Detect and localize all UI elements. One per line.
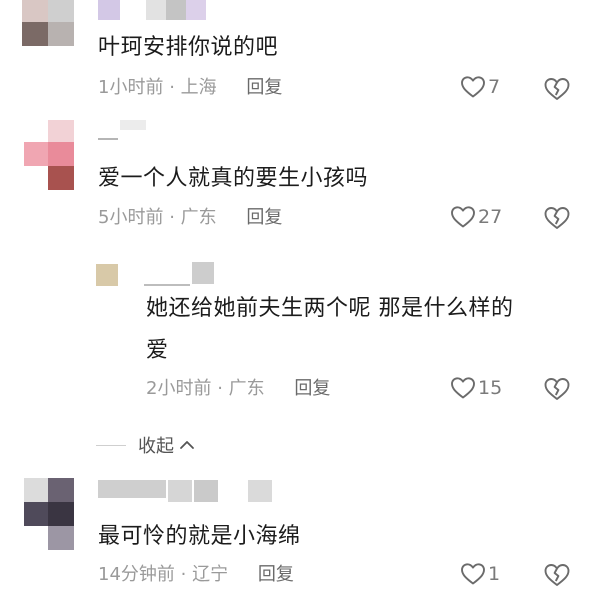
- avatar[interactable]: [22, 0, 78, 52]
- username[interactable]: [98, 120, 208, 150]
- like-button[interactable]: 7: [460, 75, 500, 99]
- username[interactable]: [144, 262, 224, 288]
- dislike-button[interactable]: [543, 76, 571, 106]
- dislike-button[interactable]: [543, 562, 571, 592]
- username[interactable]: [98, 0, 218, 24]
- broken-heart-icon: [544, 207, 570, 229]
- like-button[interactable]: 1: [460, 562, 500, 586]
- heart-outline-icon: [461, 76, 485, 98]
- broken-heart-icon: [544, 564, 570, 586]
- chevron-up-icon: [180, 441, 194, 449]
- meta-separator: ·: [169, 77, 175, 98]
- like-count: 7: [488, 76, 501, 98]
- heart-outline-icon: [451, 377, 475, 399]
- comment-location: 广东: [228, 378, 265, 399]
- comment-meta: 14分钟前 · 辽宁 回复: [98, 564, 294, 586]
- avatar[interactable]: [96, 264, 120, 286]
- heart-outline-icon: [461, 563, 485, 585]
- collapse-label: 收起: [138, 436, 174, 457]
- like-button[interactable]: 27: [450, 205, 502, 229]
- comment-meta: 5小时前 · 广东 回复: [98, 207, 282, 229]
- comment-meta: 2小时前 · 广东 回复: [146, 378, 330, 400]
- heart-outline-icon: [451, 206, 475, 228]
- avatar[interactable]: [24, 478, 78, 552]
- comment-location: 上海: [180, 77, 217, 98]
- comment-text: 爱一个人就真的要生小孩吗: [98, 166, 369, 191]
- username[interactable]: [98, 480, 298, 504]
- comment-meta: 1小时前 · 上海 回复: [98, 77, 282, 99]
- reply-button[interactable]: 回复: [294, 378, 330, 399]
- comment-text-line: 爱: [146, 338, 169, 363]
- comment-location: 广东: [180, 207, 217, 228]
- broken-heart-icon: [544, 78, 570, 100]
- comment-text: 叶珂安排你说的吧: [98, 35, 279, 60]
- meta-separator: ·: [169, 207, 175, 228]
- comment-time: 1小时前: [98, 77, 164, 98]
- dislike-button[interactable]: [543, 376, 571, 406]
- collapse-divider: [96, 444, 126, 446]
- like-count: 27: [478, 206, 503, 228]
- avatar[interactable]: [24, 120, 78, 192]
- comment-text-line: 她还给她前夫生两个呢 那是什么样的: [146, 296, 514, 321]
- comment-time: 2小时前: [146, 378, 212, 399]
- reply-button[interactable]: 回复: [246, 77, 282, 98]
- dislike-button[interactable]: [543, 205, 571, 235]
- comment-text: 最可怜的就是小海绵: [98, 524, 301, 549]
- comment-time: 5小时前: [98, 207, 164, 228]
- broken-heart-icon: [544, 378, 570, 400]
- reply-button[interactable]: 回复: [246, 207, 282, 228]
- like-button[interactable]: 15: [450, 376, 502, 400]
- meta-separator: ·: [217, 378, 223, 399]
- collapse-replies-button[interactable]: 收起: [96, 432, 196, 458]
- like-count: 15: [478, 377, 503, 399]
